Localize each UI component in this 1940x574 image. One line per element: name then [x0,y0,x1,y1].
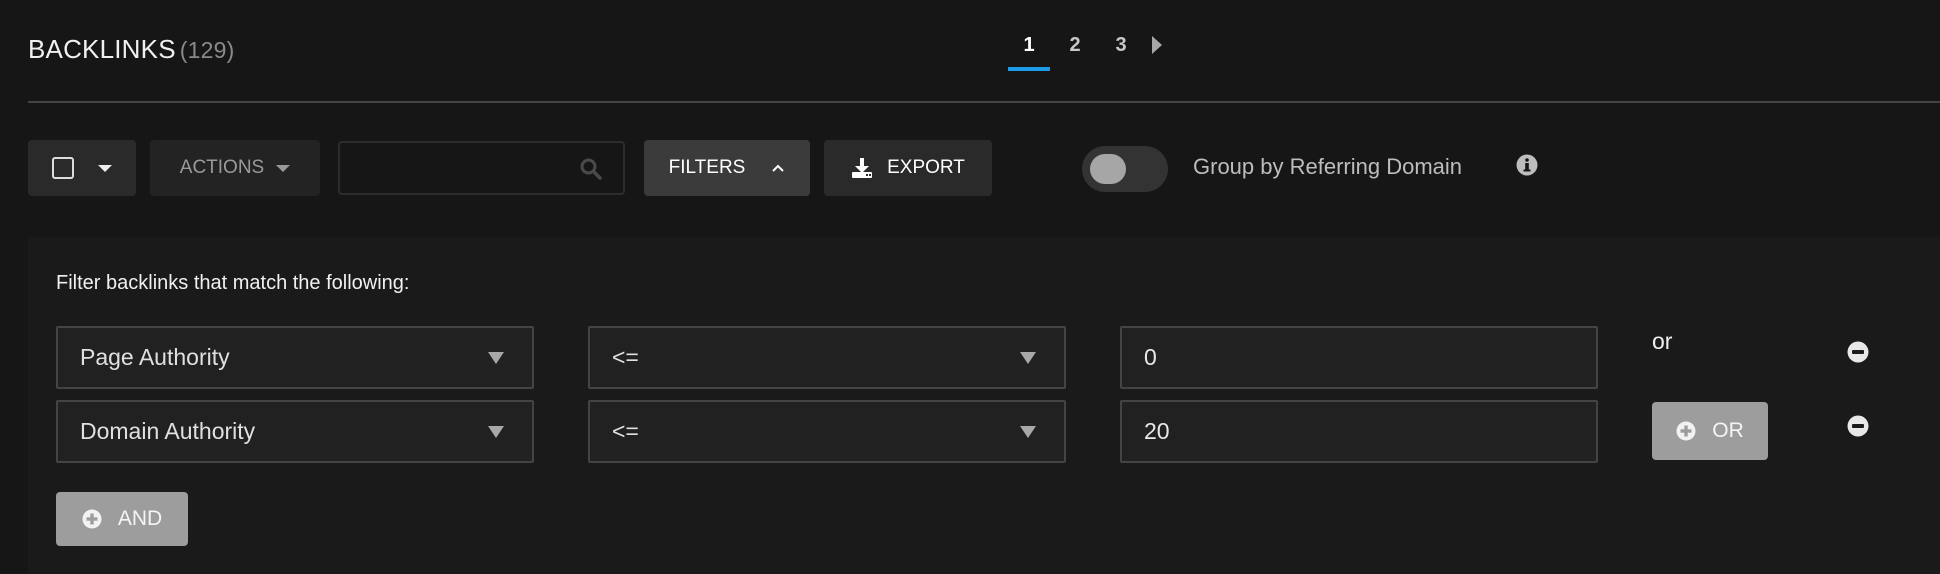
filter-heading: Filter backlinks that match the followin… [56,272,410,294]
checkbox-icon[interactable] [52,157,74,179]
dropdown-arrow-icon [488,425,504,438]
chevron-up-icon [772,164,785,172]
search-box [338,141,625,195]
remove-filter-icon[interactable] [1847,341,1869,363]
dropdown-arrow-icon [1020,425,1036,438]
pagination: 1 2 3 [1008,34,1162,71]
plus-circle-icon [82,509,102,529]
filter-value-field-1 [1120,326,1598,389]
page-title: BACKLINKS (129) [28,34,234,65]
select-all-dropdown[interactable] [28,140,136,196]
dropdown-arrow-icon [1020,351,1036,364]
search-input[interactable] [340,143,574,195]
title-text: BACKLINKS [28,34,176,64]
filter-operator-value: <= [612,418,639,444]
search-icon[interactable] [579,157,603,181]
page-3-link[interactable]: 3 [1100,34,1142,67]
page-1-link[interactable]: 1 [1008,34,1050,71]
or-button-label: OR [1712,419,1744,442]
filters-label: FILTERS [668,157,746,178]
toggle-knob [1090,154,1126,184]
export-button[interactable]: EXPORT [824,140,992,196]
plus-circle-icon [1676,421,1696,441]
filters-button[interactable]: FILTERS [644,140,810,196]
page-2-link[interactable]: 2 [1054,34,1096,67]
filter-operator-select-1[interactable]: <= [588,326,1066,389]
filter-value-input[interactable] [1122,328,1596,387]
header-divider [28,101,1940,103]
add-and-button[interactable]: AND [56,492,188,546]
next-page-icon[interactable] [1152,36,1162,54]
filter-field-value: Domain Authority [80,418,256,444]
add-or-button[interactable]: OR [1652,402,1768,460]
filter-value-field-2 [1120,400,1598,463]
filter-field-select-2[interactable]: Domain Authority [56,400,534,463]
filter-field-select-1[interactable]: Page Authority [56,326,534,389]
download-icon [852,158,873,178]
group-by-domain-label: Group by Referring Domain [1193,154,1463,179]
caret-down-icon [98,164,112,172]
actions-button[interactable]: ACTIONS [150,140,320,196]
or-connector-text: or [1652,328,1673,354]
dropdown-arrow-icon [488,351,504,364]
filter-operator-value: <= [612,344,639,370]
filter-operator-select-2[interactable]: <= [588,400,1066,463]
and-button-label: AND [117,507,163,530]
filter-value-input[interactable] [1122,402,1596,461]
info-icon[interactable] [1516,154,1538,176]
group-by-domain-toggle[interactable] [1082,146,1168,192]
filter-field-value: Page Authority [80,344,230,370]
actions-label: ACTIONS [179,157,265,178]
backlink-count: (129) [179,37,235,63]
caret-down-icon [276,164,291,172]
export-label: EXPORT [887,157,965,178]
remove-filter-icon[interactable] [1847,415,1869,437]
